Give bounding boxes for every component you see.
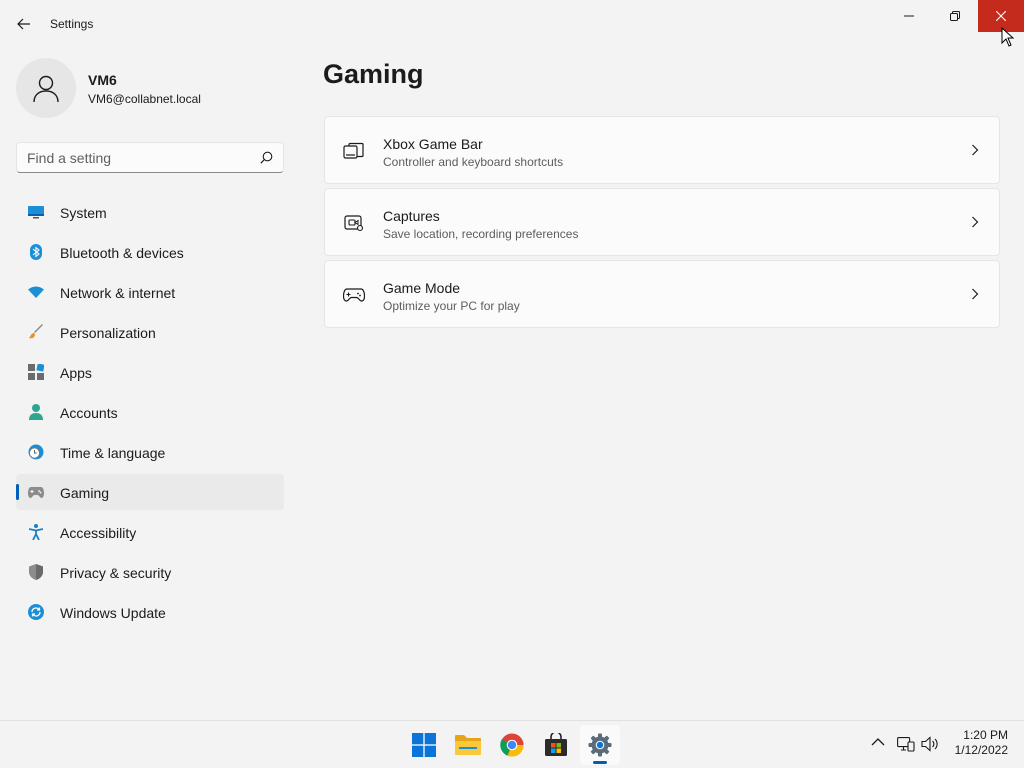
clock-globe-icon <box>28 444 44 460</box>
restore-button[interactable] <box>932 0 978 32</box>
sidebar-item-system[interactable]: System <box>16 194 284 230</box>
gamepad-icon <box>28 484 44 500</box>
volume-icon[interactable] <box>921 736 939 752</box>
minimize-button[interactable] <box>886 0 932 32</box>
avatar[interactable] <box>16 58 76 118</box>
update-icon <box>28 604 44 620</box>
sidebar-item-time-language[interactable]: Time & language <box>16 434 284 470</box>
store-icon <box>545 733 567 756</box>
selection-indicator <box>16 484 19 500</box>
card-subtitle: Optimize your PC for play <box>383 299 520 313</box>
brush-icon <box>28 324 44 340</box>
chevron-right-icon <box>972 144 979 156</box>
sidebar-item-label: Apps <box>60 365 92 381</box>
settings-icon <box>588 733 612 757</box>
apps-icon <box>28 364 44 380</box>
chevron-right-icon <box>972 288 979 300</box>
start-icon <box>412 733 436 757</box>
card-title: Captures <box>383 208 440 224</box>
sidebar-nav: System Bluetooth & devices Network & int… <box>16 194 284 634</box>
back-arrow-icon <box>17 18 30 30</box>
sidebar-item-personalization[interactable]: Personalization <box>16 314 284 350</box>
accounts-icon <box>28 404 44 420</box>
settings-card-list: Xbox Game Bar Controller and keyboard sh… <box>324 116 1000 332</box>
restore-icon <box>950 11 960 21</box>
user-name: VM6 <box>88 72 117 88</box>
network-icon[interactable] <box>897 736 915 752</box>
sidebar-item-label: Network & internet <box>60 285 176 301</box>
accessibility-icon <box>28 524 44 540</box>
title-bar: Settings <box>0 0 1024 48</box>
clock-time: 1:20 PM <box>963 728 1008 742</box>
sidebar-item-bluetooth[interactable]: Bluetooth & devices <box>16 234 284 270</box>
file-explorer-button[interactable] <box>448 725 488 765</box>
sidebar-item-label: Gaming <box>60 485 110 501</box>
sidebar-item-accounts[interactable]: Accounts <box>16 394 284 430</box>
clock-date: 1/12/2022 <box>954 743 1008 757</box>
sidebar-item-label: Time & language <box>60 445 166 461</box>
shield-icon <box>28 564 44 580</box>
start-button[interactable] <box>404 725 444 765</box>
sidebar-item-apps[interactable]: Apps <box>16 354 284 390</box>
file-explorer-icon <box>455 735 481 755</box>
page-title: Gaming <box>323 59 424 89</box>
card-subtitle: Save location, recording preferences <box>383 227 579 241</box>
game-mode-card[interactable]: Game Mode Optimize your PC for play <box>324 260 1000 328</box>
sidebar-item-label: Windows Update <box>60 605 166 621</box>
captures-card[interactable]: Captures Save location, recording prefer… <box>324 188 1000 256</box>
chrome-icon <box>500 733 524 757</box>
window-title: Settings <box>50 17 94 31</box>
taskbar <box>0 720 1024 768</box>
chrome-button[interactable] <box>492 725 532 765</box>
game-bar-icon <box>343 141 365 161</box>
sidebar-item-label: Bluetooth & devices <box>60 245 184 261</box>
xbox-game-bar-card[interactable]: Xbox Game Bar Controller and keyboard sh… <box>324 116 1000 184</box>
card-title: Game Mode <box>383 280 461 296</box>
sidebar-item-windows-update[interactable]: Windows Update <box>16 594 284 630</box>
sidebar-item-accessibility[interactable]: Accessibility <box>16 514 284 550</box>
sidebar-item-gaming[interactable]: Gaming <box>16 474 284 510</box>
sidebar-item-privacy[interactable]: Privacy & security <box>16 554 284 590</box>
active-app-indicator <box>593 761 607 764</box>
back-button[interactable] <box>8 8 40 40</box>
card-subtitle: Controller and keyboard shortcuts <box>383 155 564 169</box>
sidebar-item-label: Accessibility <box>60 525 137 541</box>
sidebar-item-label: System <box>60 205 107 221</box>
user-email: VM6@collabnet.local <box>88 92 201 106</box>
sidebar-item-network[interactable]: Network & internet <box>16 274 284 310</box>
sidebar-item-label: Privacy & security <box>60 565 172 581</box>
chevron-right-icon <box>972 216 979 228</box>
system-icon <box>28 204 44 220</box>
search-box <box>16 142 284 173</box>
search-input[interactable] <box>17 143 247 172</box>
close-icon <box>996 11 1006 21</box>
store-button[interactable] <box>536 725 576 765</box>
user-icon <box>33 75 59 103</box>
sidebar-item-label: Personalization <box>60 325 156 341</box>
chevron-up-icon[interactable] <box>871 737 885 747</box>
game-mode-icon <box>343 285 365 305</box>
minimize-icon <box>904 15 914 17</box>
bluetooth-icon <box>28 244 44 260</box>
capture-icon <box>343 213 365 233</box>
mouse-cursor-icon <box>1001 27 1015 47</box>
taskbar-clock[interactable]: 1:20 PM 1/12/2022 <box>948 728 1008 758</box>
settings-taskbar-button[interactable] <box>580 725 620 765</box>
search-icon[interactable] <box>260 151 273 164</box>
sidebar-item-label: Accounts <box>60 405 118 421</box>
card-title: Xbox Game Bar <box>383 136 483 152</box>
wifi-icon <box>28 284 44 300</box>
